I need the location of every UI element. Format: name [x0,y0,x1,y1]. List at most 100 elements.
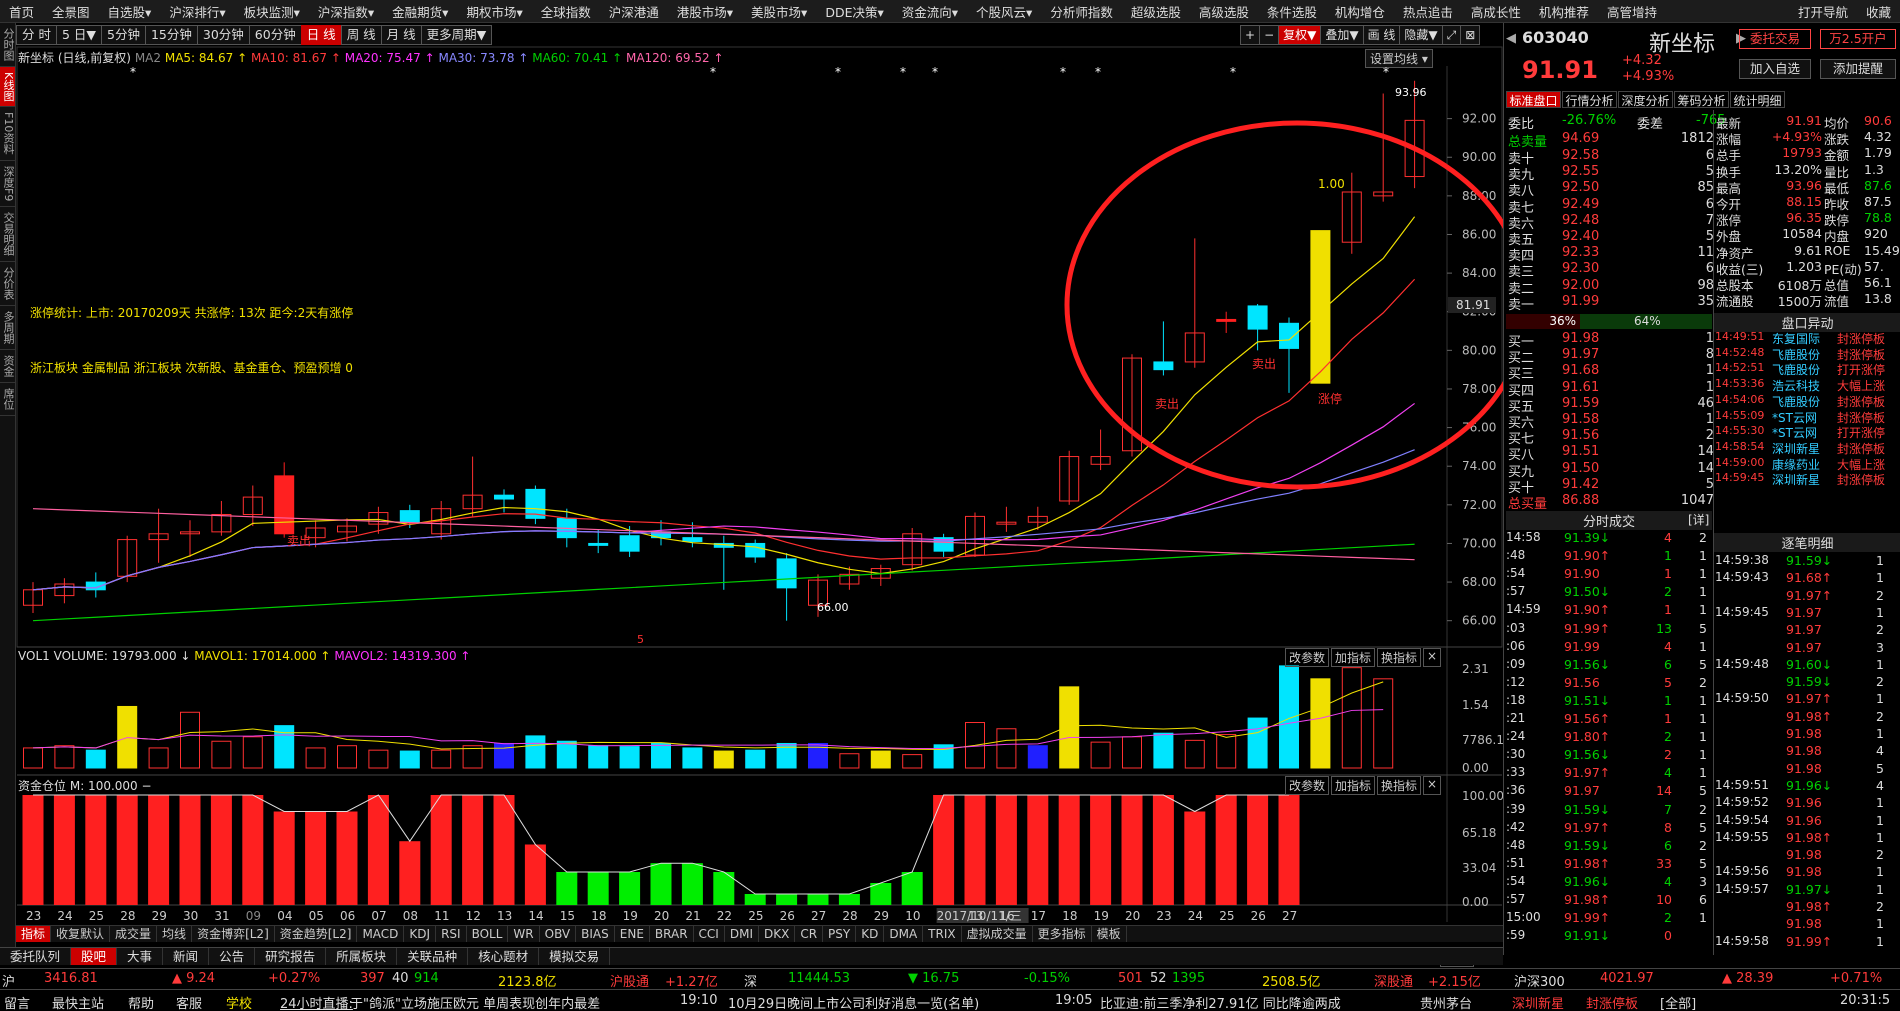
indicator-tab-9[interactable]: BOLL [467,926,509,942]
fenshi-count: 1 [1699,711,1707,726]
vol-params-button[interactable]: 改参数 [1285,648,1330,667]
fund-params-button[interactable]: 改参数 [1285,776,1330,795]
y-tick-label: 68.00 [1462,575,1496,589]
indicator-tab-20[interactable]: KD [856,926,885,942]
add-alert-button[interactable]: 添加提醒 [1820,59,1896,79]
fenshi-time: 15:00 [1506,910,1541,925]
vol-add-indicator-button[interactable]: 加指标 [1331,648,1376,667]
service-link[interactable]: 客服 [176,993,202,1011]
sell-level-vol: 5 [1705,229,1714,244]
indicator-tab-11[interactable]: OBV [540,926,577,942]
x-date-label: 28 [120,909,135,923]
help-link[interactable]: 帮助 [128,993,154,1011]
live-label[interactable]: 24小时直播: [280,993,353,1011]
add-watchlist-button[interactable]: 加入自选 [1739,59,1811,79]
quote-tab-4[interactable]: 统计明细 [1730,91,1785,108]
highlight-circle [1064,120,1503,490]
open-account-button[interactable]: 万2.5开户 [1820,29,1896,49]
indicator-tab-7[interactable]: KDJ [404,926,437,942]
indicator-tab-4[interactable]: 资金博弈[L2] [192,926,275,942]
volume-bar [902,754,923,769]
back-arrow-icon[interactable]: ◀ [1506,31,1516,46]
fenshi-time: :06 [1506,638,1526,653]
stat-value: +4.93% [1771,129,1822,145]
sub-tab-0[interactable]: 委托队列 [0,948,72,965]
menu-right-0[interactable]: 打开导航 [1789,2,1857,21]
news-item-3[interactable]: 比亚迪:前三季净利27.91亿 同比降逾两成 [1100,993,1341,1011]
close-icon[interactable]: × [1423,648,1442,667]
quote-tab-2[interactable]: 深度分析 [1618,91,1673,108]
indicator-tab-14[interactable]: BRAR [650,926,694,942]
school-link[interactable]: 学校 [226,993,252,1011]
quote-tab-1[interactable]: 行情分析 [1562,91,1617,108]
quote-tab-3[interactable]: 筹码分析 [1674,91,1729,108]
mavol1-value: MAVOL1: 17014.000 ↑ [194,649,331,663]
x-date-label: 20 [1125,909,1140,923]
trade-button[interactable]: 委托交易 [1739,29,1811,49]
fastest-server-link[interactable]: 最快主站 [52,993,104,1011]
indicator-tab-10[interactable]: WR [508,926,540,942]
fenshi-time: :59 [1506,928,1526,943]
sell-level-vol: 11 [1697,245,1714,261]
indicator-tab-25[interactable]: 模板 [1092,926,1127,942]
vol-switch-indicator-button[interactable]: 换指标 [1377,648,1422,667]
x-date-label: 21 [685,909,700,923]
message-link[interactable]: 留言 [4,993,30,1011]
sub-tab-9[interactable]: 模拟交易 [539,948,611,965]
menu-item-22[interactable]: 机构推荐 [1530,2,1598,21]
indicator-tab-8[interactable]: RSI [436,926,467,942]
sub-tab-1[interactable]: 股吧 [71,948,118,965]
buy-total-price: 86.88 [1562,493,1600,508]
close-icon[interactable]: × [1423,776,1442,795]
menu-right-1[interactable]: 收藏 [1857,2,1900,21]
indicator-tab-24[interactable]: 更多指标 [1033,926,1092,942]
indicator-tab-22[interactable]: TRIX [923,926,962,942]
sub-tab-3[interactable]: 新闻 [163,948,210,965]
quote-tab-0[interactable]: 标准盘口 [1506,91,1561,108]
indicator-tab-2[interactable]: 成交量 [110,926,158,942]
sub-tab-2[interactable]: 大事 [117,948,164,965]
indicator-tab-5[interactable]: 资金趋势[L2] [275,926,358,942]
indicator-tab-18[interactable]: CR [795,926,824,942]
indicator-tab-6[interactable]: MACD [357,926,405,942]
fund-switch-indicator-button[interactable]: 换指标 [1377,776,1422,795]
sub-tab-6[interactable]: 所属板块 [326,948,398,965]
indicator-tab-15[interactable]: CCI [694,926,725,942]
sub-tab-7[interactable]: 关联品种 [397,948,469,965]
indicator-tab-19[interactable]: PSY [823,926,857,942]
ticker-stock-2[interactable]: 深圳新星 [1512,993,1564,1011]
x-date-label: 05 [309,909,324,923]
menu-item-23[interactable]: 高管增持 [1598,2,1666,21]
sell-level-vol: 85 [1697,180,1714,196]
fund-add-indicator-button[interactable]: 加指标 [1331,776,1376,795]
fenshi-price: 91.91↓ [1564,928,1611,944]
sub-tab-8[interactable]: 核心题材 [468,948,540,965]
indicator-tab-16[interactable]: DMI [725,926,759,942]
zhubi-vol: 1 [1876,864,1884,880]
ticker-stock-1[interactable]: 贵州茅台 [1420,993,1472,1011]
indicator-tab-12[interactable]: BIAS [576,926,615,942]
indicator-tab-21[interactable]: DMA [884,926,924,942]
stat-label: 流通股 [1716,294,1754,310]
fund-bar [1058,795,1080,905]
indicator-tab-23[interactable]: 虚拟成交量 [962,926,1033,942]
indicator-tab-13[interactable]: ENE [615,926,650,942]
x-date-label: 08 [403,909,418,923]
indicator-tab-3[interactable]: 均线 [157,926,193,942]
sell-level-price: 92.30 [1562,261,1600,277]
news-item-2[interactable]: 10月29日晚间上市公司利好消息一览(名单) [728,993,979,1011]
news-item-1[interactable]: 于"鸽派"立场施压欧元 单周表现创年内最差 [350,993,600,1011]
fenshi-detail-link: [详] [1688,513,1710,527]
indicator-tab-0[interactable]: 指标 [16,926,52,942]
indicator-tab-1[interactable]: 收复默认 [51,926,111,942]
indicator-tab-17[interactable]: DKX [759,926,796,942]
sub-tab-4[interactable]: 公告 [209,948,256,965]
zhubi-price: 91.97↑ [1786,691,1833,707]
kline-chart[interactable]: 92.0090.0088.0086.0084.0082.0080.0078.00… [0,0,1503,925]
fenshi-vol: 4 [1664,765,1672,781]
fenshi-vol: 7 [1664,801,1672,817]
ticker-all-link[interactable]: [全部] [1660,993,1696,1011]
sub-tab-5[interactable]: 研究报告 [255,948,327,965]
stat-value: 1500万 [1777,294,1822,310]
x-date-label: 29 [152,909,167,923]
